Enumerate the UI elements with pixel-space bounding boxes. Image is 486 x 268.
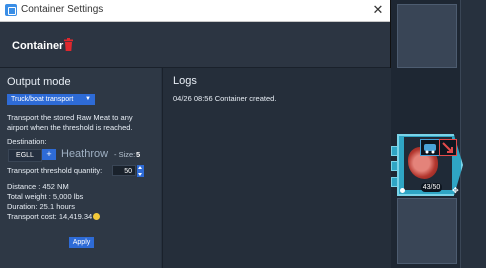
- title-bar: Container Settings ✕: [0, 0, 390, 22]
- page-title: Container: [12, 40, 64, 52]
- airport-code-field[interactable]: EGLL: [8, 149, 42, 162]
- output-mode-value: Truck/boat transport: [11, 96, 74, 103]
- distance-text: Distance : 452 NM: [7, 182, 69, 191]
- chevron-down-icon: ▼: [85, 96, 91, 102]
- output-mode-select[interactable]: Truck/boat transport ▼: [7, 94, 95, 105]
- close-button[interactable]: ✕: [370, 2, 386, 18]
- window-header: Container: [0, 22, 390, 68]
- log-entry: 04/26 08:56 Container created.: [173, 94, 277, 103]
- container-count-badge: 43/50: [421, 183, 442, 192]
- threshold-quantity-field[interactable]: 50: [112, 165, 136, 176]
- container-settings-window: Container Settings ✕ Container Output mo…: [0, 0, 391, 268]
- threshold-label: Transport threshold quantity:: [7, 166, 103, 175]
- airport-name: Heathrow: [61, 148, 109, 160]
- destination-label: Destination:: [7, 137, 47, 146]
- duration-text: Duration: 25.1 hours: [7, 202, 75, 211]
- game-side-strip: [460, 0, 486, 268]
- weight-text: Total weight : 5,000 lbs: [7, 192, 84, 201]
- logs-heading: Logs: [173, 75, 197, 87]
- add-destination-button[interactable]: +: [42, 149, 56, 160]
- output-mode-heading: Output mode: [7, 76, 71, 88]
- description-line-2: airport when the threshold is reached.: [7, 123, 133, 132]
- app-icon: [5, 4, 17, 16]
- pin-icon[interactable]: [400, 188, 405, 193]
- apply-button[interactable]: Apply: [69, 237, 94, 248]
- description-line-1: Transport the stored Raw Meat to any: [7, 113, 133, 122]
- cost-text: Transport cost: 14,419.34: [7, 212, 93, 221]
- logs-panel: Logs 04/26 08:56 Container created.: [162, 68, 391, 268]
- output-mode-panel: Output mode Truck/boat transport ▼ Trans…: [0, 68, 161, 268]
- trash-icon[interactable]: [63, 38, 74, 51]
- transport-mode-icon[interactable]: [420, 139, 440, 156]
- move-icon[interactable]: ✥: [452, 187, 459, 195]
- window-title: Container Settings: [21, 4, 104, 15]
- arrow-output-icon[interactable]: [439, 139, 457, 156]
- size-label: - Size:: [114, 150, 136, 159]
- size-value: 5: [136, 150, 141, 159]
- grid-slot[interactable]: [397, 4, 457, 68]
- grid-slot[interactable]: [397, 198, 457, 264]
- coin-icon: [93, 213, 100, 220]
- threshold-stepper[interactable]: [137, 165, 144, 177]
